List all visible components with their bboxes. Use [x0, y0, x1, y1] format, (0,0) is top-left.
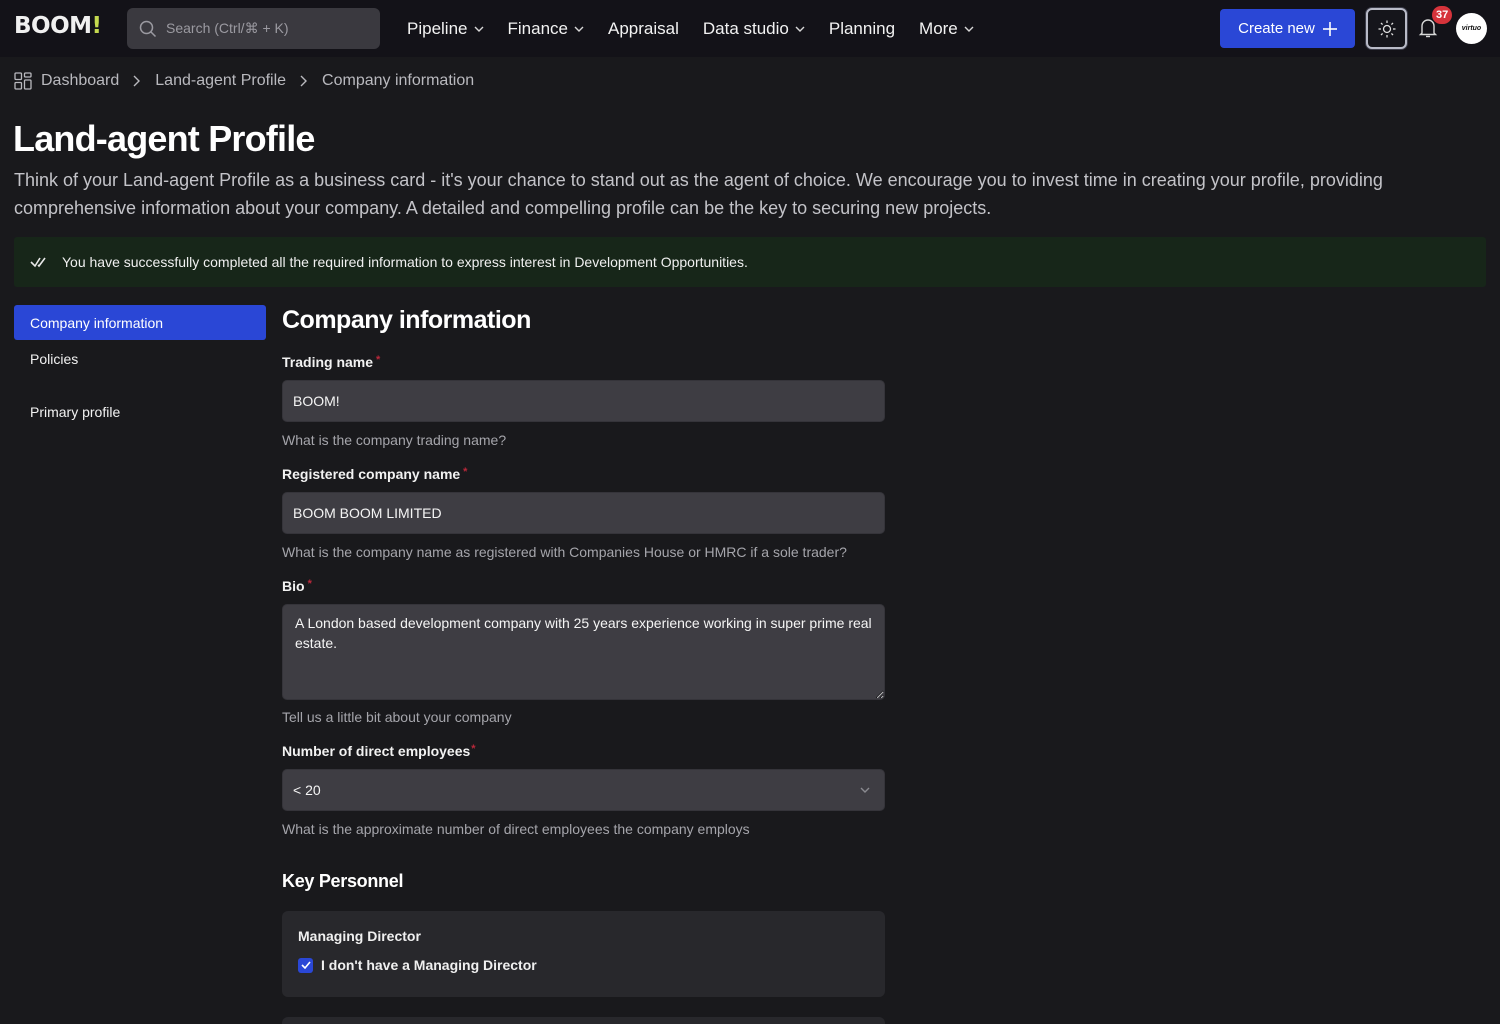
nav-more[interactable]: More — [919, 19, 974, 39]
side-item-company-information[interactable]: Company information — [14, 305, 266, 340]
search-placeholder: Search (Ctrl/⌘ + K) — [166, 20, 289, 36]
avatar-text: virtuo — [1461, 25, 1482, 32]
required-marker: * — [376, 354, 381, 366]
form-title: Company information — [282, 306, 531, 334]
success-message: You have successfully completed all the … — [62, 254, 748, 270]
success-banner: You have successfully completed all the … — [14, 237, 1486, 287]
nav-label: More — [919, 18, 958, 38]
search-icon — [139, 20, 157, 37]
managing-director-card: Managing Director I don't have a Managin… — [282, 911, 885, 997]
label-text: Trading name — [282, 354, 374, 370]
label-text: Bio — [282, 578, 305, 594]
page-intro: Think of your Land-agent Profile as a bu… — [14, 170, 1383, 218]
nav-pipeline[interactable]: Pipeline — [407, 19, 484, 39]
company-information-form: Company information Trading name* What i… — [282, 305, 885, 997]
nav-finance[interactable]: Finance — [508, 19, 584, 39]
notifications-badge: 37 — [1432, 6, 1453, 24]
side-item-primary-profile[interactable]: Primary profile — [14, 394, 266, 429]
required-marker: * — [471, 743, 476, 755]
nav-data-studio[interactable]: Data studio — [703, 19, 805, 39]
side-item-label: Policies — [30, 350, 79, 367]
label-text: Registered company name — [282, 466, 461, 482]
create-new-button[interactable]: Create new — [1220, 9, 1355, 48]
bio-help: Tell us a little bit about your company — [282, 709, 512, 725]
nav-appraisal[interactable]: Appraisal — [608, 19, 679, 39]
chevron-right-icon — [300, 75, 308, 87]
nav-label: Data studio — [702, 18, 789, 38]
main-nav: Pipeline Finance Appraisal Data studio P… — [407, 0, 998, 57]
theme-toggle-button[interactable] — [1366, 8, 1407, 49]
employees-selected-value: < 20 — [293, 782, 321, 798]
checkbox-checked-icon[interactable] — [298, 957, 313, 973]
nav-label: Planning — [828, 18, 896, 38]
global-search-input[interactable]: Search (Ctrl/⌘ + K) — [127, 8, 380, 49]
registered-name-label: Registered company name * — [282, 466, 885, 482]
dashboard-grid-icon — [14, 72, 32, 90]
breadcrumb-company-information: Company information — [322, 72, 475, 89]
logo-text: BOOM — [14, 13, 92, 39]
employees-label: Number of direct employees* — [282, 743, 885, 759]
next-personnel-card — [282, 1017, 885, 1024]
profile-side-menu: Company information Policies Primary pro… — [14, 305, 266, 429]
side-item-label: Primary profile — [30, 403, 121, 420]
no-managing-director-checkbox[interactable]: I don't have a Managing Director — [298, 957, 869, 973]
nav-label: Appraisal — [607, 18, 679, 38]
breadcrumb-dashboard[interactable]: Dashboard — [41, 72, 119, 90]
side-item-policies[interactable]: Policies — [14, 341, 266, 376]
side-item-label: Company information — [30, 314, 164, 331]
breadcrumb-land-agent-profile[interactable]: Land-agent Profile — [155, 72, 286, 90]
nav-label: Finance — [507, 18, 568, 38]
top-navigation-bar: BOOM! Search (Ctrl/⌘ + K) Pipeline Finan… — [0, 0, 1500, 57]
nav-planning[interactable]: Planning — [829, 19, 895, 39]
double-check-icon — [30, 257, 46, 268]
boom-logo[interactable]: BOOM! — [14, 13, 102, 39]
employees-select[interactable]: < 20 — [282, 769, 885, 811]
trading-name-label: Trading name * — [282, 354, 885, 370]
plus-icon — [1322, 21, 1337, 36]
breadcrumb: Dashboard Land-agent Profile Company inf… — [14, 72, 474, 90]
create-new-label: Create new — [1238, 20, 1315, 37]
checkbox-label: I don't have a Managing Director — [321, 957, 537, 973]
chevron-down-icon — [795, 26, 805, 32]
chevron-down-icon — [574, 26, 584, 32]
sun-icon — [1378, 20, 1395, 37]
chevron-down-icon — [860, 787, 870, 793]
employees-help: What is the approximate number of direct… — [282, 821, 750, 837]
logo-mark: ! — [91, 13, 103, 39]
label-text: Number of direct employees — [282, 743, 471, 759]
trading-name-help: What is the company trading name? — [282, 432, 507, 448]
user-avatar[interactable]: virtuo — [1456, 13, 1487, 44]
chevron-down-icon — [474, 26, 483, 32]
page-title: Land-agent Profile — [13, 118, 315, 159]
required-marker: * — [463, 466, 468, 478]
registered-name-input[interactable] — [282, 492, 885, 534]
required-marker: * — [307, 578, 312, 590]
managing-director-title: Managing Director — [298, 928, 421, 944]
key-personnel-title: Key Personnel — [282, 871, 404, 891]
bio-textarea[interactable]: A London based development company with … — [282, 604, 885, 700]
nav-label: Pipeline — [407, 18, 468, 38]
chevron-right-icon — [133, 75, 141, 87]
chevron-down-icon — [964, 26, 974, 32]
registered-name-help: What is the company name as registered w… — [282, 544, 847, 560]
trading-name-input[interactable] — [282, 380, 885, 422]
bio-label: Bio * — [282, 578, 885, 594]
